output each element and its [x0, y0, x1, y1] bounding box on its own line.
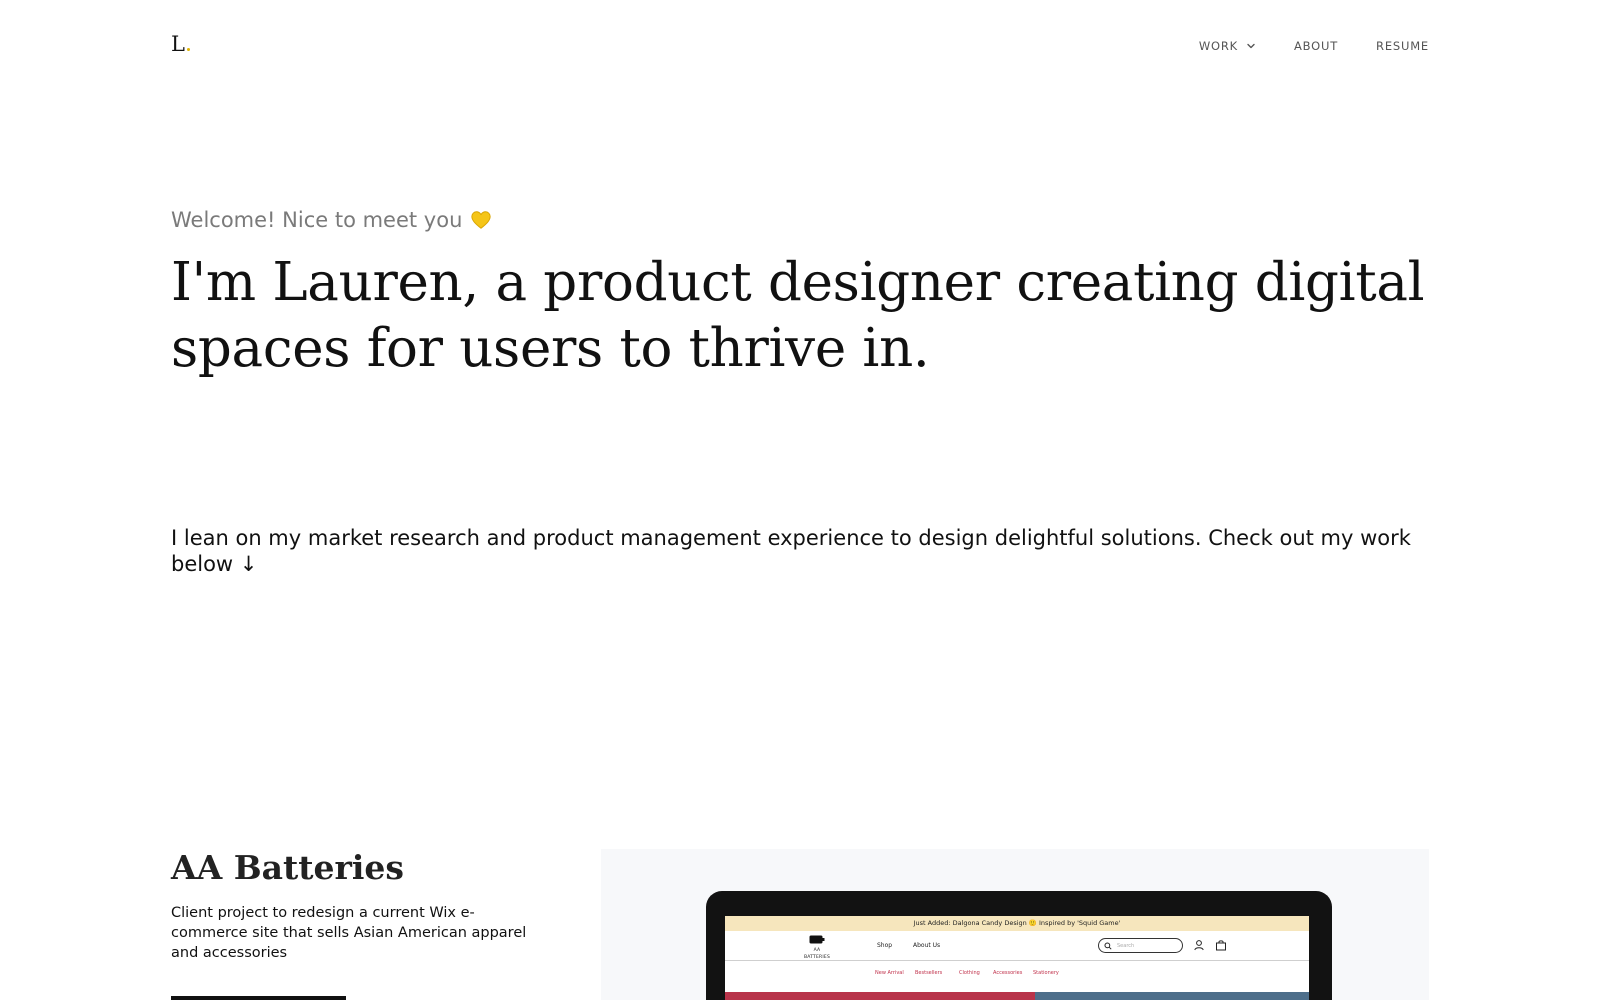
preview-category: Clothing — [959, 970, 980, 976]
hero-intro: I lean on my market research and product… — [171, 526, 1411, 576]
preview-search: Search — [1098, 938, 1183, 953]
project-preview[interactable]: Just Added: Dalgona Candy Design 🙂 Inspi… — [601, 849, 1429, 1000]
preview-search-placeholder: Search — [1117, 942, 1135, 949]
site-logo[interactable]: L — [171, 32, 190, 56]
preview-announcement: Just Added: Dalgona Candy Design 🙂 Inspi… — [725, 916, 1309, 931]
preview-hero-right — [1035, 992, 1309, 1000]
shopping-bag-icon — [1216, 940, 1226, 951]
page: L WORK ABOUT RESUME Welcome! Nice to mee… — [0, 0, 1600, 1000]
project-description: Client project to redesign a current Wix… — [171, 905, 527, 961]
yellow-heart-icon — [470, 209, 492, 231]
nav-about-label: ABOUT — [1293, 39, 1339, 53]
user-icon — [1194, 940, 1204, 951]
logo-letter: L — [171, 32, 185, 56]
project-title[interactable]: AA Batteries — [171, 848, 404, 887]
project-cta-button[interactable] — [171, 996, 346, 1000]
preview-category: Stationery — [1033, 970, 1059, 976]
preview-nav-about: About Us — [913, 942, 941, 949]
laptop-mockup: Just Added: Dalgona Candy Design 🙂 Inspi… — [706, 891, 1332, 1000]
preview-category: Accessories — [993, 970, 1023, 976]
chevron-down-icon — [1246, 41, 1256, 51]
nav-resume[interactable]: RESUME — [1376, 39, 1429, 53]
welcome-line: Welcome! Nice to meet you — [171, 208, 492, 232]
preview-category: New Arrival — [875, 970, 904, 976]
preview-hero-left — [725, 992, 1035, 1000]
hero-headline: I'm Lauren, a product designer creating … — [171, 252, 1425, 379]
search-icon — [1104, 941, 1112, 950]
preview-header: AA BATTERIES Shop About Us Search — [725, 931, 1309, 961]
nav-work[interactable]: WORK — [1199, 39, 1256, 53]
preview-logo-text: AA BATTERIES — [803, 948, 831, 960]
preview-category: Bestsellers — [915, 970, 943, 976]
nav-work-label: WORK — [1198, 39, 1238, 53]
nav-resume-label: RESUME — [1376, 39, 1429, 53]
preview-logo: AA BATTERIES — [801, 935, 833, 960]
welcome-text: Welcome! Nice to meet you — [171, 208, 463, 232]
preview-hero-banner — [725, 992, 1309, 1000]
preview-categories: New Arrival Bestsellers Clothing Accesso… — [725, 961, 1309, 985]
top-nav: WORK ABOUT RESUME — [1199, 39, 1429, 53]
nav-about[interactable]: ABOUT — [1294, 39, 1338, 53]
preview-nav-shop: Shop — [877, 942, 893, 949]
laptop-screen: Just Added: Dalgona Candy Design 🙂 Inspi… — [725, 916, 1309, 1000]
logo-dot — [186, 48, 190, 51]
battery-icon — [809, 935, 825, 944]
